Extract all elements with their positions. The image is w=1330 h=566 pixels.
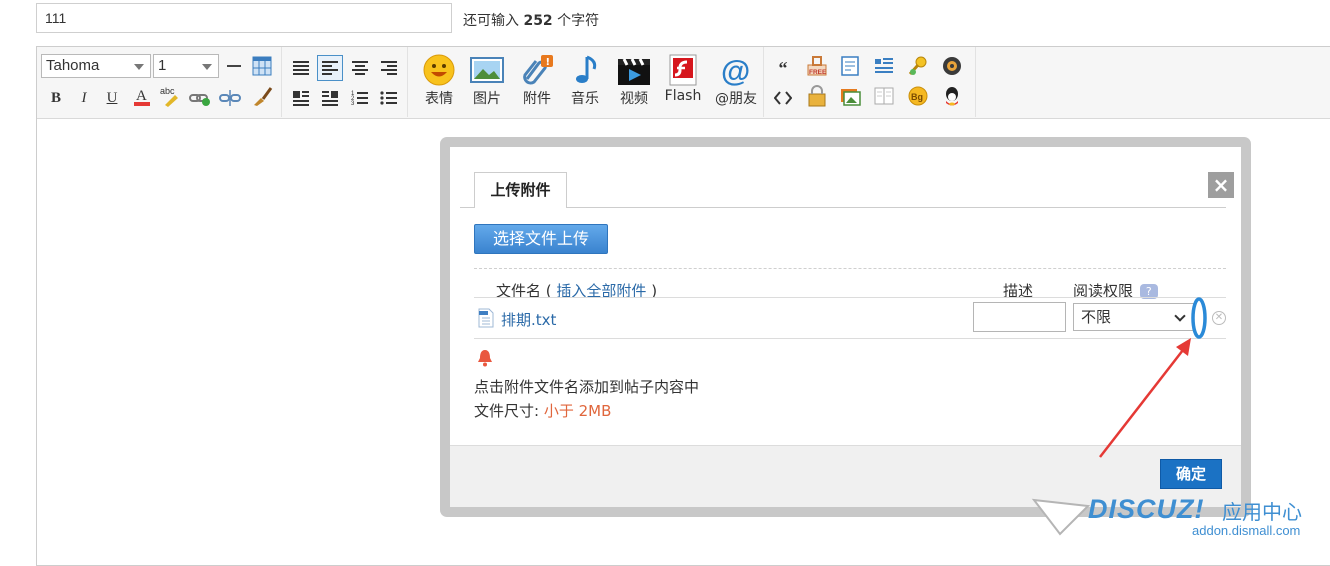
- music-note-icon: [576, 55, 597, 83]
- underline-icon[interactable]: U: [101, 87, 123, 109]
- font-family-value: Tahoma: [46, 57, 100, 74]
- file-size-limit: 文件尺寸: 小于 2MB: [474, 400, 611, 421]
- qq-icon[interactable]: [941, 85, 963, 107]
- remove-attachment-icon[interactable]: ✕: [1212, 311, 1226, 325]
- tab-divider: [460, 207, 1226, 208]
- chevron-down-icon: [134, 64, 144, 70]
- clapperboard-icon: [618, 58, 650, 85]
- camera-icon[interactable]: [941, 55, 963, 77]
- toolbar-button-label: 附件: [523, 91, 551, 107]
- toolbar-button-music[interactable]: 音乐: [562, 53, 608, 113]
- divider: [474, 268, 1226, 269]
- unlink-icon[interactable]: [219, 87, 241, 109]
- svg-text:abc: abc: [160, 86, 175, 96]
- font-color-icon[interactable]: A: [131, 85, 153, 107]
- char-hint-prefix: 还可输入: [463, 13, 519, 29]
- toolbar-button-label: 表情: [425, 91, 453, 107]
- read-permission-value: 不限: [1081, 308, 1112, 326]
- toolbar-button-mention[interactable]: @ @朋友: [709, 53, 763, 113]
- svg-text:FREE: FREE: [809, 69, 827, 76]
- watermark-brand: DISCUZ!: [1088, 494, 1205, 524]
- flash-icon: [669, 54, 697, 86]
- toolbar-button-video[interactable]: 视频: [611, 53, 657, 113]
- float-left-icon[interactable]: [290, 87, 312, 109]
- chevron-down-icon: [1174, 310, 1186, 322]
- toolbar-button-attachment[interactable]: ! 附件: [514, 53, 560, 113]
- subject-input[interactable]: [36, 3, 452, 33]
- background-color-icon[interactable]: abc: [159, 85, 181, 107]
- align-group: 123: [282, 47, 408, 117]
- image-icon: [470, 57, 504, 83]
- horizontal-rule-icon[interactable]: [223, 55, 245, 77]
- text-file-icon: [478, 308, 494, 328]
- align-left-icon[interactable]: [317, 55, 343, 81]
- attachment-hint-text: 点击附件文件名添加到帖子内容中: [474, 378, 700, 396]
- read-permission-select[interactable]: 不限: [1073, 303, 1194, 331]
- toolbar-button-image[interactable]: 图片: [464, 53, 510, 113]
- clear-format-icon[interactable]: [251, 85, 273, 107]
- svg-text:@: @: [721, 55, 750, 87]
- svg-text:3: 3: [351, 101, 355, 106]
- svg-text:!: !: [546, 57, 551, 68]
- italic-icon[interactable]: I: [73, 87, 95, 109]
- paperclip-icon: !: [523, 55, 553, 85]
- divider: [474, 297, 1226, 298]
- font-group: Tahoma 1 B I U A abc: [37, 47, 282, 117]
- char-count-hint: 还可输入 252 个字符: [463, 10, 599, 30]
- at-icon: @: [721, 55, 750, 87]
- align-right-icon[interactable]: [378, 57, 400, 79]
- upload-attachment-dialog: 上传附件 × 选择文件上传 文件名 ( 插入全部附件 ) 描述 阅读权限 ? 排…: [440, 137, 1251, 517]
- divider: [474, 338, 1226, 339]
- char-hint-suffix: 个字符: [557, 13, 600, 29]
- smiley-icon: [423, 54, 455, 86]
- toolbar-button-label: Flash: [664, 88, 702, 104]
- link-icon[interactable]: [189, 87, 211, 109]
- close-button[interactable]: ×: [1208, 172, 1234, 198]
- font-size-value: 1: [158, 57, 167, 74]
- toolbar-button-label: 音乐: [571, 91, 599, 107]
- font-size-select[interactable]: 1: [153, 54, 219, 78]
- lock-icon[interactable]: [806, 85, 828, 107]
- code-icon[interactable]: [772, 87, 794, 109]
- chevron-down-icon: [202, 64, 212, 70]
- toolbar-button-label: 视频: [620, 91, 648, 107]
- file-size-label: 文件尺寸:: [474, 402, 544, 420]
- paging-icon[interactable]: [873, 55, 895, 77]
- password-key-icon[interactable]: [907, 55, 929, 77]
- choose-file-upload-button[interactable]: 选择文件上传: [474, 224, 608, 254]
- align-justify-icon[interactable]: [290, 57, 312, 79]
- toolbar-button-emoji[interactable]: 表情: [416, 53, 462, 113]
- editor-toolbar: Tahoma 1 B I U A abc 1 2 3 表情 图片 ! 附件 音乐…: [37, 47, 1330, 119]
- confirm-button[interactable]: 确定: [1160, 459, 1222, 489]
- quote-icon[interactable]: “: [772, 57, 794, 79]
- toolbar-button-label: 图片: [473, 91, 501, 107]
- insert-group: “ FREE Bg: [764, 47, 976, 117]
- attachment-filename-link[interactable]: 排期.txt: [501, 309, 556, 330]
- media-group: 表情 图片 ! 附件 音乐 视频 Flash @ @朋友: [408, 47, 764, 117]
- char-hint-count: 252: [523, 13, 553, 29]
- tab-upload-attachment[interactable]: 上传附件: [474, 172, 567, 208]
- toolbar-button-flash[interactable]: Flash: [660, 53, 706, 113]
- free-content-icon[interactable]: FREE: [806, 55, 828, 77]
- background-music-icon[interactable]: Bg: [907, 85, 929, 107]
- columns-icon[interactable]: [873, 85, 895, 107]
- watermark-url: addon.dismall.com: [1192, 523, 1301, 538]
- file-size-value: 小于 2MB: [543, 402, 612, 420]
- font-family-select[interactable]: Tahoma: [41, 54, 151, 78]
- ordered-list-icon[interactable]: 123: [349, 87, 371, 109]
- dialog-body: 上传附件 × 选择文件上传 文件名 ( 插入全部附件 ) 描述 阅读权限 ? 排…: [450, 147, 1241, 507]
- float-right-icon[interactable]: [319, 87, 341, 109]
- page-icon[interactable]: [839, 55, 861, 77]
- image-gallery-icon[interactable]: [839, 85, 861, 107]
- bold-icon[interactable]: B: [45, 87, 67, 109]
- svg-text:Bg: Bg: [911, 92, 923, 102]
- toolbar-button-label: @朋友: [715, 91, 757, 107]
- bell-icon: [478, 350, 492, 367]
- unordered-list-icon[interactable]: [378, 87, 400, 109]
- table-icon[interactable]: [251, 55, 273, 77]
- align-center-icon[interactable]: [349, 57, 371, 79]
- svg-text:A: A: [136, 88, 147, 104]
- watermark-suffix: 应用中心: [1222, 500, 1302, 524]
- attachment-description-input[interactable]: [973, 302, 1066, 332]
